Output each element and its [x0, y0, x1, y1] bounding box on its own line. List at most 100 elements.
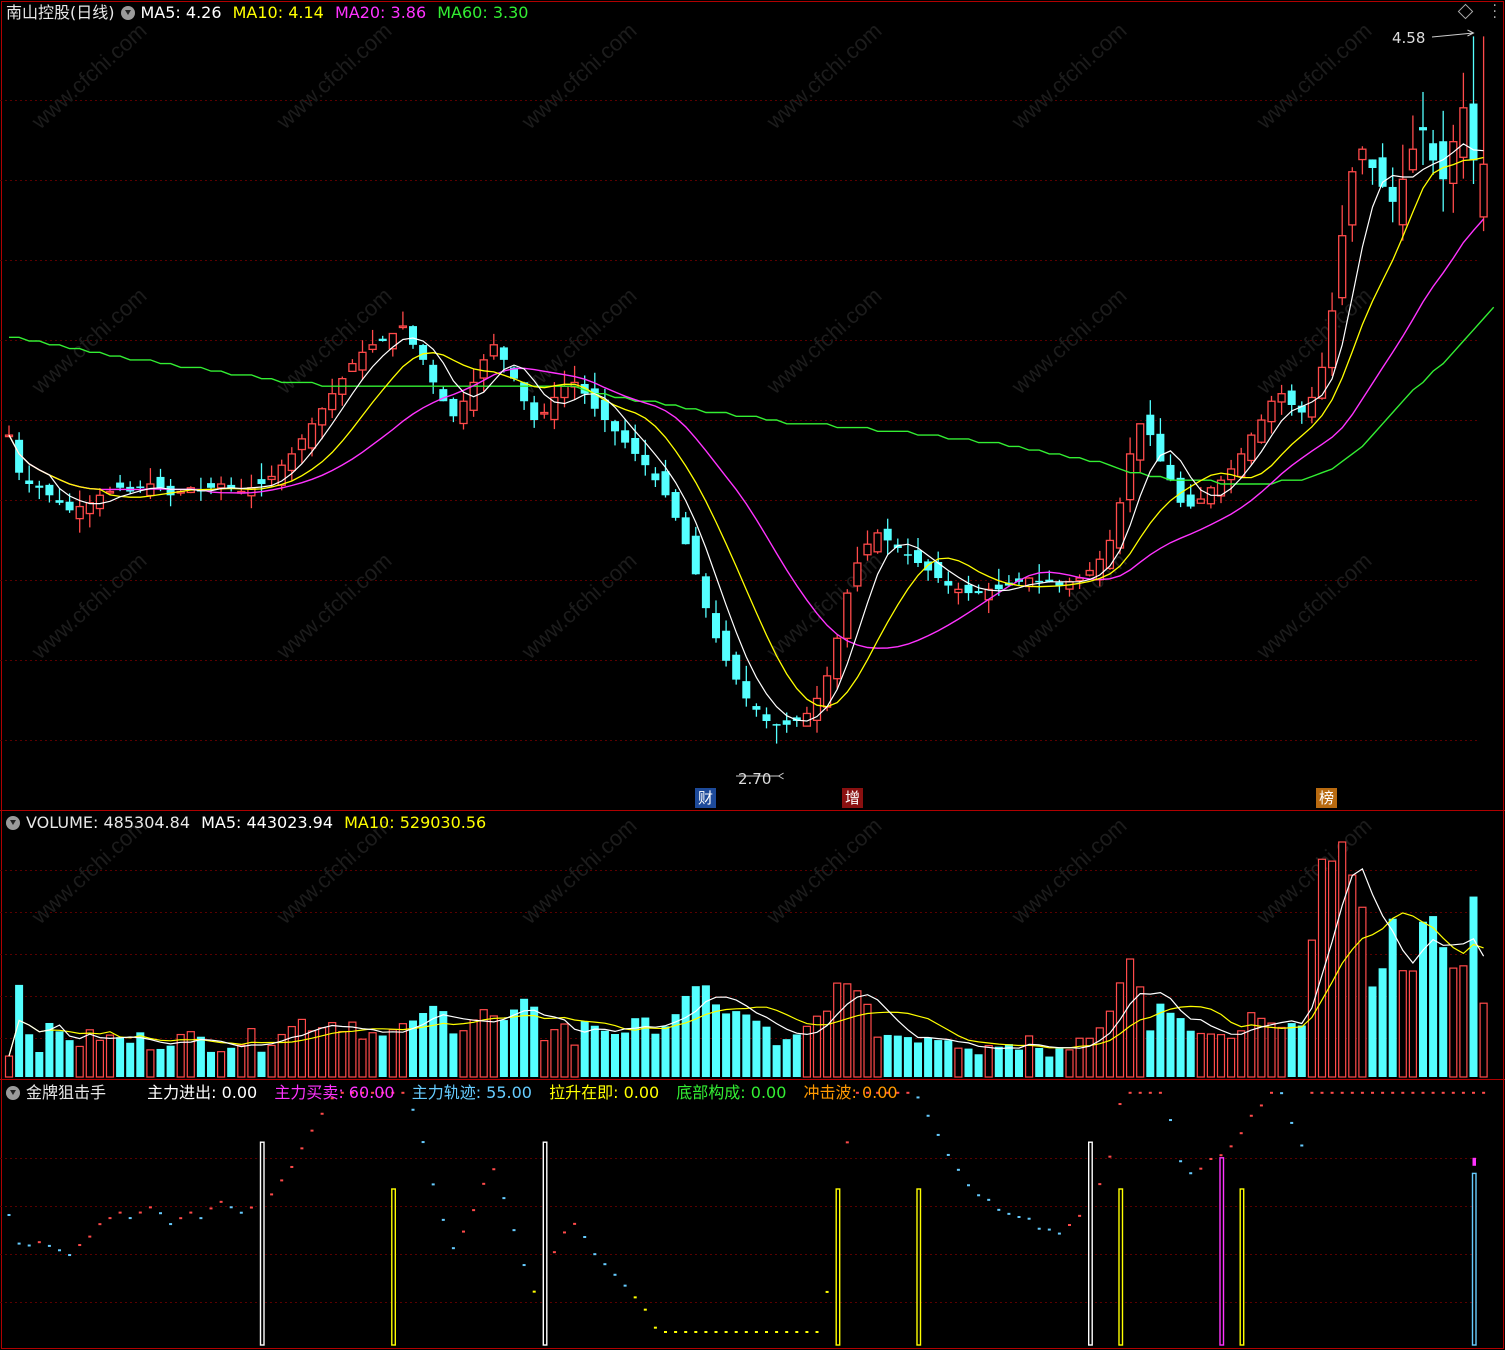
- event-tag-zeng[interactable]: 增: [842, 788, 864, 808]
- volume-bar: [611, 1034, 619, 1077]
- volume-bar: [1166, 1012, 1175, 1077]
- event-tag-bang[interactable]: 榜: [1316, 788, 1338, 808]
- watermark: www.cfchi.com: [26, 283, 152, 400]
- trajectory-dot: [1300, 1144, 1304, 1147]
- candle-body: [45, 484, 54, 496]
- volume-bar: [449, 1033, 458, 1077]
- candle-body: [65, 501, 74, 511]
- volume-bar: [1419, 921, 1427, 1077]
- signal-bar: [1239, 1188, 1245, 1346]
- field-lashengzaiji: 拉升在即: 0.00: [549, 1083, 660, 1102]
- candle-body: [944, 581, 953, 586]
- volume-bar: [1388, 918, 1397, 1077]
- candle-body: [560, 385, 569, 399]
- volume-bar: [570, 1044, 579, 1078]
- watermark: www.cfchi.com: [761, 283, 887, 400]
- volume-bar: [1105, 1010, 1115, 1078]
- trajectory-dot: [563, 1231, 566, 1234]
- candle-body: [914, 550, 922, 563]
- trajectory-dot: [219, 1200, 223, 1203]
- candle-body: [641, 454, 650, 466]
- trajectory-dot: [1330, 1091, 1334, 1094]
- watermark: www.cfchi.com: [761, 18, 887, 135]
- trajectory-dot: [451, 1247, 455, 1250]
- volume-bar: [681, 995, 690, 1077]
- trajectory-dot: [1290, 1121, 1294, 1124]
- trajectory-dot: [583, 1236, 587, 1239]
- dropdown-icon[interactable]: [6, 1086, 20, 1100]
- trajectory-dot: [1239, 1132, 1243, 1135]
- candle-body: [1388, 186, 1397, 202]
- volume-bar: [499, 1020, 508, 1077]
- dropdown-icon[interactable]: [6, 816, 20, 830]
- price-legend: 南山控股(日线) MA5: 4.26 MA10: 4.14 MA20: 3.86 …: [6, 3, 534, 23]
- candle-body: [1257, 419, 1266, 443]
- trajectory-dot: [785, 1331, 789, 1333]
- trajectory-dot: [462, 1230, 465, 1233]
- candle-body: [843, 592, 852, 640]
- trajectory-dot: [431, 1183, 435, 1186]
- watermark: www.cfchi.com: [1006, 18, 1132, 135]
- trajectory-dot: [148, 1206, 152, 1209]
- trajectory-dot: [1189, 1172, 1193, 1175]
- kline-chart: www.cfchi.com www.cfchi.com www.cfchi.com w…: [0, 1, 1505, 1349]
- volume-bar: [55, 1031, 64, 1077]
- candle-body: [600, 399, 609, 421]
- volume-bar: [600, 1030, 609, 1077]
- candle-body: [297, 438, 307, 451]
- volume-bar: [1297, 1025, 1306, 1077]
- candle-body: [419, 345, 428, 360]
- watermark: www.cfchi.com: [1251, 18, 1377, 135]
- candle-body: [530, 402, 539, 421]
- candle-body: [257, 479, 266, 484]
- more-icon[interactable]: · · ·: [1493, 0, 1497, 25]
- event-tag-cai[interactable]: 财: [695, 788, 717, 808]
- trajectory-dot: [623, 1284, 627, 1287]
- candle-body: [742, 681, 751, 699]
- candle-body: [1035, 580, 1044, 583]
- volume-bar: [186, 1031, 195, 1078]
- volume-bar: [227, 1047, 236, 1077]
- trajectory-dot: [1199, 1167, 1203, 1170]
- trajectory-dot: [714, 1331, 718, 1333]
- volume-bar: [954, 1047, 963, 1078]
- trajectory-dot: [1229, 1145, 1233, 1148]
- candle-body: [1146, 414, 1155, 436]
- indicator-name[interactable]: 金牌狙击手: [26, 1083, 106, 1102]
- dropdown-icon[interactable]: [120, 6, 135, 20]
- volume-bar: [580, 1021, 589, 1077]
- candle-body: [1287, 390, 1296, 405]
- volume-bar: [146, 1049, 155, 1078]
- candle-body: [1115, 502, 1125, 549]
- volume-bar: [944, 1040, 953, 1077]
- candle-body: [1166, 464, 1175, 481]
- candle-body: [1156, 433, 1165, 462]
- volume-bar: [338, 1030, 347, 1078]
- stock-title[interactable]: 南山控股(日线): [6, 3, 115, 22]
- candle-body: [479, 359, 488, 379]
- candle-body: [772, 724, 781, 726]
- watermark: www.cfchi.com: [1251, 283, 1377, 400]
- candle-body: [1196, 498, 1205, 504]
- volume-bar: [429, 1005, 438, 1077]
- candle-body: [762, 714, 771, 721]
- trajectory-dot: [58, 1249, 61, 1252]
- candle-body: [661, 471, 670, 496]
- candle-body: [459, 400, 468, 425]
- trajectory-dot: [472, 1209, 476, 1212]
- high-arrow: [1431, 29, 1475, 38]
- trajectory-dot: [1350, 1091, 1354, 1094]
- candle-body: [712, 613, 720, 639]
- signal-bar: [259, 1141, 265, 1346]
- trajectory-dot: [1219, 1154, 1223, 1157]
- candle-body: [1267, 400, 1276, 423]
- volume-bar: [1035, 1047, 1044, 1077]
- trajectory-dot: [825, 1290, 829, 1293]
- candle-body: [429, 364, 438, 383]
- volume-bar: [994, 1046, 1003, 1077]
- field-zhuliguiji: 主力轨迹: 55.00: [411, 1083, 532, 1102]
- volume-bar: [863, 1003, 872, 1078]
- volume-bar: [348, 1021, 357, 1078]
- volume-bar: [1277, 1026, 1286, 1078]
- candle-body: [621, 430, 630, 443]
